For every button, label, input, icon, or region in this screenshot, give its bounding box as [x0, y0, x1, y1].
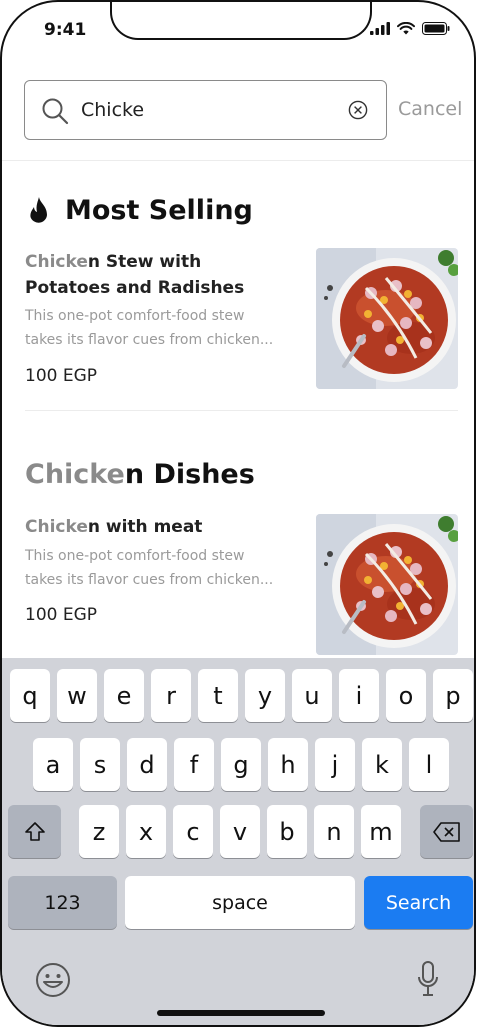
key-e[interactable]: e — [104, 669, 144, 722]
dish-image — [316, 514, 458, 655]
key-a[interactable]: a — [33, 738, 73, 791]
key-o[interactable]: o — [386, 669, 426, 722]
dish-name: Chicken with meat — [25, 514, 275, 540]
key-m[interactable]: m — [361, 805, 401, 858]
dish-description: This one-pot comfort-food stew takes its… — [25, 304, 295, 352]
dish-name: Chicken Stew with Potatoes and Radishes — [25, 249, 275, 301]
shift-key[interactable] — [8, 805, 61, 858]
name-rest: n with meat — [87, 517, 203, 537]
shift-icon — [24, 821, 45, 841]
status-time: 9:41 — [44, 20, 87, 40]
title-highlight: Chicke — [25, 459, 125, 490]
keyboard: qwertyuiop asdfghjkl zxcvbnm 123 space S… — [2, 658, 474, 1025]
backspace-key[interactable] — [420, 805, 473, 858]
emoji-icon[interactable] — [35, 962, 71, 998]
search-input[interactable]: Chicke — [81, 99, 144, 121]
divider — [2, 160, 474, 161]
most-selling-title: Most Selling — [65, 195, 253, 226]
key-x[interactable]: x — [126, 805, 166, 858]
key-j[interactable]: j — [315, 738, 355, 791]
key-r[interactable]: r — [151, 669, 191, 722]
desc-line2: takes its flavor cues from chicken... — [25, 332, 274, 348]
dish-price: 100 EGP — [25, 605, 98, 625]
key-i[interactable]: i — [339, 669, 379, 722]
name-line2: Potatoes and Radishes — [25, 278, 245, 298]
microphone-icon[interactable] — [416, 960, 440, 998]
key-b[interactable]: b — [267, 805, 307, 858]
backspace-icon — [432, 821, 460, 842]
key-w[interactable]: w — [57, 669, 97, 722]
notch — [110, 2, 372, 40]
key-d[interactable]: d — [127, 738, 167, 791]
key-p[interactable]: p — [433, 669, 473, 722]
dish-price: 100 EGP — [25, 366, 98, 386]
key-l[interactable]: l — [409, 738, 449, 791]
wifi-icon — [397, 22, 415, 35]
key-k[interactable]: k — [362, 738, 402, 791]
key-t[interactable]: t — [198, 669, 238, 722]
dish-image — [316, 248, 458, 389]
key-h[interactable]: h — [268, 738, 308, 791]
desc-line1: This one-pot comfort-food stew — [25, 548, 245, 564]
key-z[interactable]: z — [79, 805, 119, 858]
key-u[interactable]: u — [292, 669, 332, 722]
key-c[interactable]: c — [173, 805, 213, 858]
space-key[interactable]: space — [125, 876, 355, 929]
home-indicator — [157, 1010, 325, 1016]
status-icons — [370, 22, 450, 35]
key-n[interactable]: n — [314, 805, 354, 858]
name-highlight: Chicke — [25, 252, 88, 272]
numbers-key[interactable]: 123 — [8, 876, 117, 929]
signal-icon — [370, 22, 390, 35]
key-s[interactable]: s — [80, 738, 120, 791]
flame-icon — [30, 197, 47, 223]
chicken-dishes-title: Chicken Dishes — [25, 459, 255, 490]
key-g[interactable]: g — [221, 738, 261, 791]
dish-description: This one-pot comfort-food stew takes its… — [25, 544, 295, 592]
key-v[interactable]: v — [220, 805, 260, 858]
battery-icon — [422, 22, 450, 35]
phone-frame: 9:41 Chicke Cancel Most Selling Chicken … — [0, 0, 476, 1027]
search-key[interactable]: Search — [364, 876, 473, 929]
key-y[interactable]: y — [245, 669, 285, 722]
search-icon — [42, 98, 69, 125]
name-highlight: Chicke — [25, 517, 88, 537]
key-f[interactable]: f — [174, 738, 214, 791]
desc-line2: takes its flavor cues from chicken... — [25, 572, 274, 588]
divider — [25, 410, 458, 411]
title-rest: n Dishes — [124, 459, 255, 490]
name-rest: n Stew with — [87, 252, 202, 272]
cancel-button[interactable]: Cancel — [398, 98, 462, 120]
key-q[interactable]: q — [10, 669, 50, 722]
clear-search-icon[interactable] — [348, 100, 368, 120]
search-field[interactable]: Chicke — [24, 80, 387, 140]
desc-line1: This one-pot comfort-food stew — [25, 308, 245, 324]
